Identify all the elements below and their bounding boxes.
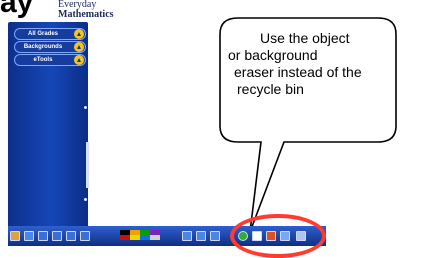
marker-icon[interactable] [66, 231, 76, 241]
color-swatch-red[interactable] [120, 235, 130, 240]
color-swatch-yellow[interactable] [130, 235, 140, 240]
callout-text: Use the object or background eraser inst… [216, 30, 416, 98]
callout-line: or background [228, 47, 318, 63]
home-icon[interactable] [10, 231, 20, 241]
settings-icon[interactable] [196, 231, 206, 241]
color-swatch-gray[interactable] [150, 235, 160, 240]
pen-icon[interactable] [38, 231, 48, 241]
eraser-icon[interactable] [80, 231, 90, 241]
undo-icon[interactable] [210, 231, 220, 241]
callout-line: Use the object [260, 30, 350, 46]
text-icon[interactable] [24, 231, 34, 241]
callout-line: recycle bin [237, 81, 304, 97]
calculator-icon[interactable] [182, 231, 192, 241]
color-swatch-blue[interactable] [140, 235, 150, 240]
line-icon[interactable] [52, 231, 62, 241]
highlight-ring [230, 214, 326, 258]
callout-line: eraser instead of the [234, 64, 362, 80]
